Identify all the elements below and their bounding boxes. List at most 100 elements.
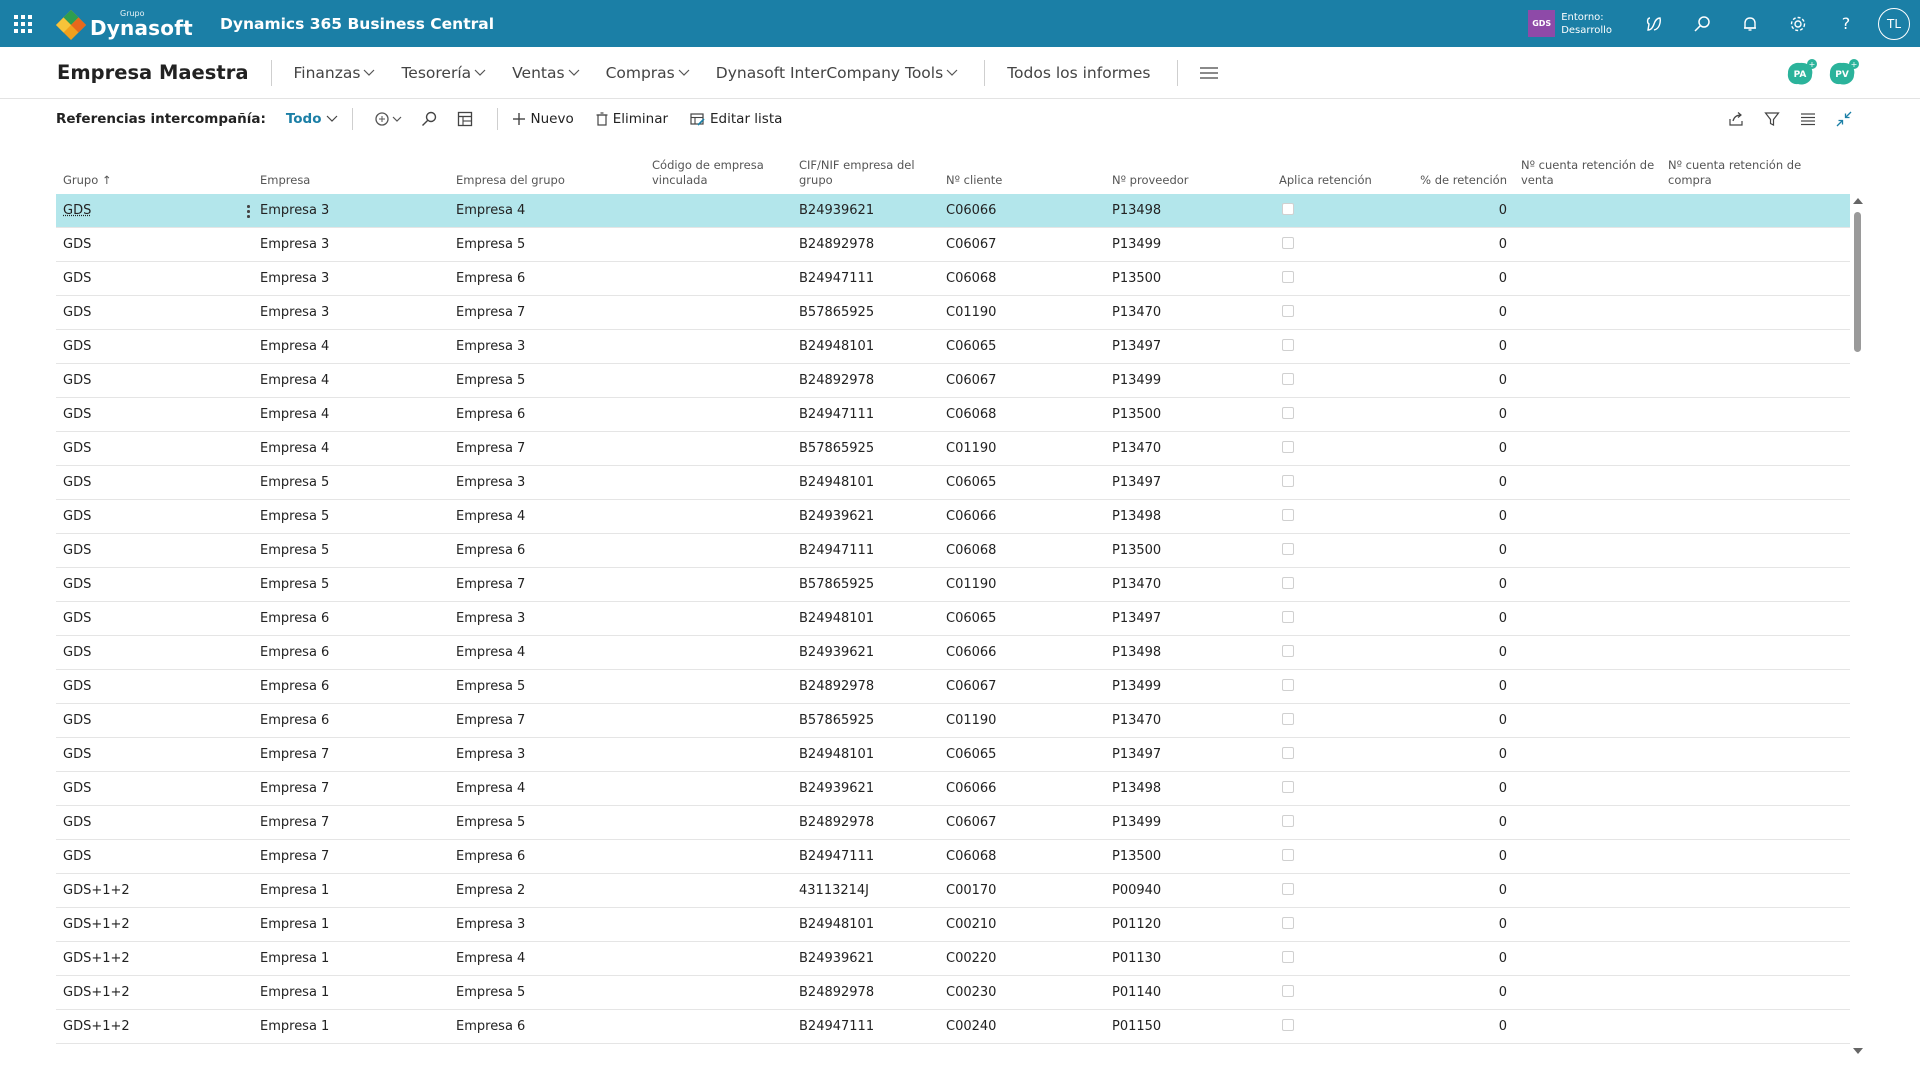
cell-cliente[interactable]: C06066: [939, 781, 1105, 796]
cell-grupo[interactable]: GDS: [56, 441, 253, 456]
cell-grupo[interactable]: GDS+1+2: [56, 951, 253, 966]
column-header-cuenta-compra[interactable]: Nº cuenta retención de compra: [1661, 158, 1808, 188]
cell-grupo[interactable]: GDS: [56, 679, 253, 694]
cell-cliente[interactable]: C06066: [939, 645, 1105, 660]
cell-empresa-grupo[interactable]: Empresa 6: [449, 407, 645, 422]
cell-empresa-grupo[interactable]: Empresa 6: [449, 1019, 645, 1034]
cell-empresa-grupo[interactable]: Empresa 4: [449, 203, 645, 218]
cell-grupo[interactable]: GDS: [56, 849, 253, 864]
persona-pa-icon[interactable]: + PA: [1784, 58, 1818, 88]
cell-empresa[interactable]: Empresa 1: [253, 917, 449, 932]
aplica-retencion-checkbox[interactable]: [1282, 882, 1294, 895]
cell-grupo[interactable]: GDS: [56, 203, 253, 218]
view-selector[interactable]: Todo: [286, 111, 338, 127]
cell-empresa[interactable]: Empresa 3: [253, 237, 449, 252]
column-header-cif[interactable]: CIF/NIF empresa del grupo: [792, 158, 939, 188]
collapse-icon[interactable]: [1826, 104, 1862, 134]
cell-cliente[interactable]: C00230: [939, 985, 1105, 1000]
cell-grupo-value[interactable]: GDS: [63, 543, 91, 558]
table-row[interactable]: GDS Empresa 7 Empresa 3 B24948101 C06065 P134…: [56, 738, 1850, 772]
cell-proveedor[interactable]: P13499: [1105, 373, 1272, 388]
cell-grupo-value[interactable]: GDS: [63, 577, 91, 592]
scroll-up-arrow-icon[interactable]: [1853, 198, 1863, 204]
cell-cliente[interactable]: C01190: [939, 441, 1105, 456]
table-row[interactable]: GDS Empresa 6 Empresa 4 B24939621 C06066 P134…: [56, 636, 1850, 670]
cell-retencion[interactable]: 0: [1384, 917, 1514, 932]
table-row[interactable]: GDS+1+2 Empresa 1 Empresa 6 B24947111 C00240…: [56, 1010, 1850, 1044]
open-in-excel-icon[interactable]: [447, 104, 483, 134]
table-row[interactable]: GDS+1+2 Empresa 1 Empresa 2 43113214J C00170…: [56, 874, 1850, 908]
aplica-retencion-checkbox[interactable]: [1282, 848, 1294, 861]
aplica-retencion-checkbox[interactable]: [1282, 712, 1294, 725]
cell-grupo-value[interactable]: GDS: [63, 373, 91, 388]
table-row[interactable]: GDS Empresa 5 Empresa 7 B57865925 C01190 P134…: [56, 568, 1850, 602]
aplica-retencion-checkbox[interactable]: [1282, 338, 1294, 351]
vertical-scrollbar[interactable]: [1851, 196, 1865, 1054]
aplica-retencion-checkbox[interactable]: [1282, 950, 1294, 963]
cell-proveedor[interactable]: P01120: [1105, 917, 1272, 932]
column-header-proveedor[interactable]: Nº proveedor: [1105, 173, 1272, 188]
cell-retencion[interactable]: 0: [1384, 339, 1514, 354]
cell-grupo-value[interactable]: GDS: [63, 815, 91, 830]
cell-empresa-grupo[interactable]: Empresa 6: [449, 543, 645, 558]
cell-empresa-grupo[interactable]: Empresa 3: [449, 747, 645, 762]
persona-pv-icon[interactable]: + PV: [1826, 58, 1860, 88]
cell-empresa[interactable]: Empresa 1: [253, 951, 449, 966]
table-row[interactable]: GDS Empresa 4 Empresa 3 B24948101 C06065 P134…: [56, 330, 1850, 364]
cell-proveedor[interactable]: P13470: [1105, 577, 1272, 592]
cell-empresa[interactable]: Empresa 1: [253, 883, 449, 898]
cell-grupo[interactable]: GDS: [56, 713, 253, 728]
cell-cliente[interactable]: C00210: [939, 917, 1105, 932]
table-row[interactable]: GDS Empresa 5 Empresa 6 B24947111 C06068 P135…: [56, 534, 1850, 568]
cell-cif[interactable]: B24948101: [792, 611, 939, 626]
aplica-retencion-checkbox[interactable]: [1282, 202, 1294, 215]
cell-cif[interactable]: B57865925: [792, 713, 939, 728]
cell-retencion[interactable]: 0: [1384, 475, 1514, 490]
table-row[interactable]: GDS Empresa 4 Empresa 6 B24947111 C06068 P135…: [56, 398, 1850, 432]
cell-empresa-grupo[interactable]: Empresa 7: [449, 713, 645, 728]
cell-grupo-value[interactable]: GDS: [63, 475, 91, 490]
cell-cif[interactable]: B57865925: [792, 305, 939, 320]
cell-cif[interactable]: B24947111: [792, 849, 939, 864]
cell-empresa[interactable]: Empresa 7: [253, 849, 449, 864]
cell-proveedor[interactable]: P13500: [1105, 407, 1272, 422]
cell-retencion[interactable]: 0: [1384, 577, 1514, 592]
cell-empresa-grupo[interactable]: Empresa 5: [449, 373, 645, 388]
cell-empresa[interactable]: Empresa 4: [253, 373, 449, 388]
cell-empresa-grupo[interactable]: Empresa 5: [449, 679, 645, 694]
cell-cif[interactable]: B24939621: [792, 509, 939, 524]
environment-label[interactable]: Entorno: Desarrollo: [1561, 11, 1612, 37]
aplica-retencion-checkbox[interactable]: [1282, 746, 1294, 759]
cell-grupo[interactable]: GDS: [56, 645, 253, 660]
cell-empresa[interactable]: Empresa 6: [253, 645, 449, 660]
cell-retencion[interactable]: 0: [1384, 611, 1514, 626]
cell-proveedor[interactable]: P01140: [1105, 985, 1272, 1000]
cell-grupo-value[interactable]: GDS: [63, 509, 91, 524]
cell-proveedor[interactable]: P13498: [1105, 645, 1272, 660]
nav-menu-tesoreria[interactable]: Tesorería: [401, 64, 486, 82]
cell-grupo-value[interactable]: GDS: [63, 611, 91, 626]
settings-gear-icon[interactable]: [1774, 0, 1822, 47]
cell-empresa-grupo[interactable]: Empresa 2: [449, 883, 645, 898]
cell-retencion[interactable]: 0: [1384, 305, 1514, 320]
cell-grupo[interactable]: GDS: [56, 339, 253, 354]
cell-empresa-grupo[interactable]: Empresa 5: [449, 815, 645, 830]
cell-empresa-grupo[interactable]: Empresa 7: [449, 441, 645, 456]
cell-empresa[interactable]: Empresa 7: [253, 815, 449, 830]
cell-empresa[interactable]: Empresa 1: [253, 1019, 449, 1034]
scroll-down-arrow-icon[interactable]: [1853, 1048, 1863, 1054]
table-row[interactable]: GDS Empresa 7 Empresa 6 B24947111 C06068 P135…: [56, 840, 1850, 874]
scrollbar-thumb[interactable]: [1854, 212, 1861, 352]
aplica-retencion-checkbox[interactable]: [1282, 542, 1294, 555]
cell-empresa-grupo[interactable]: Empresa 6: [449, 849, 645, 864]
cell-grupo-value[interactable]: GDS: [63, 781, 91, 796]
cell-empresa[interactable]: Empresa 3: [253, 305, 449, 320]
cell-grupo[interactable]: GDS: [56, 543, 253, 558]
column-header-cliente[interactable]: Nº cliente: [939, 173, 1105, 188]
aplica-retencion-checkbox[interactable]: [1282, 780, 1294, 793]
cell-cliente[interactable]: C00240: [939, 1019, 1105, 1034]
cell-cliente[interactable]: C06067: [939, 679, 1105, 694]
cell-grupo[interactable]: GDS: [56, 577, 253, 592]
cell-empresa-grupo[interactable]: Empresa 5: [449, 237, 645, 252]
table-row[interactable]: GDS Empresa 6 Empresa 3 B24948101 C06065 P134…: [56, 602, 1850, 636]
